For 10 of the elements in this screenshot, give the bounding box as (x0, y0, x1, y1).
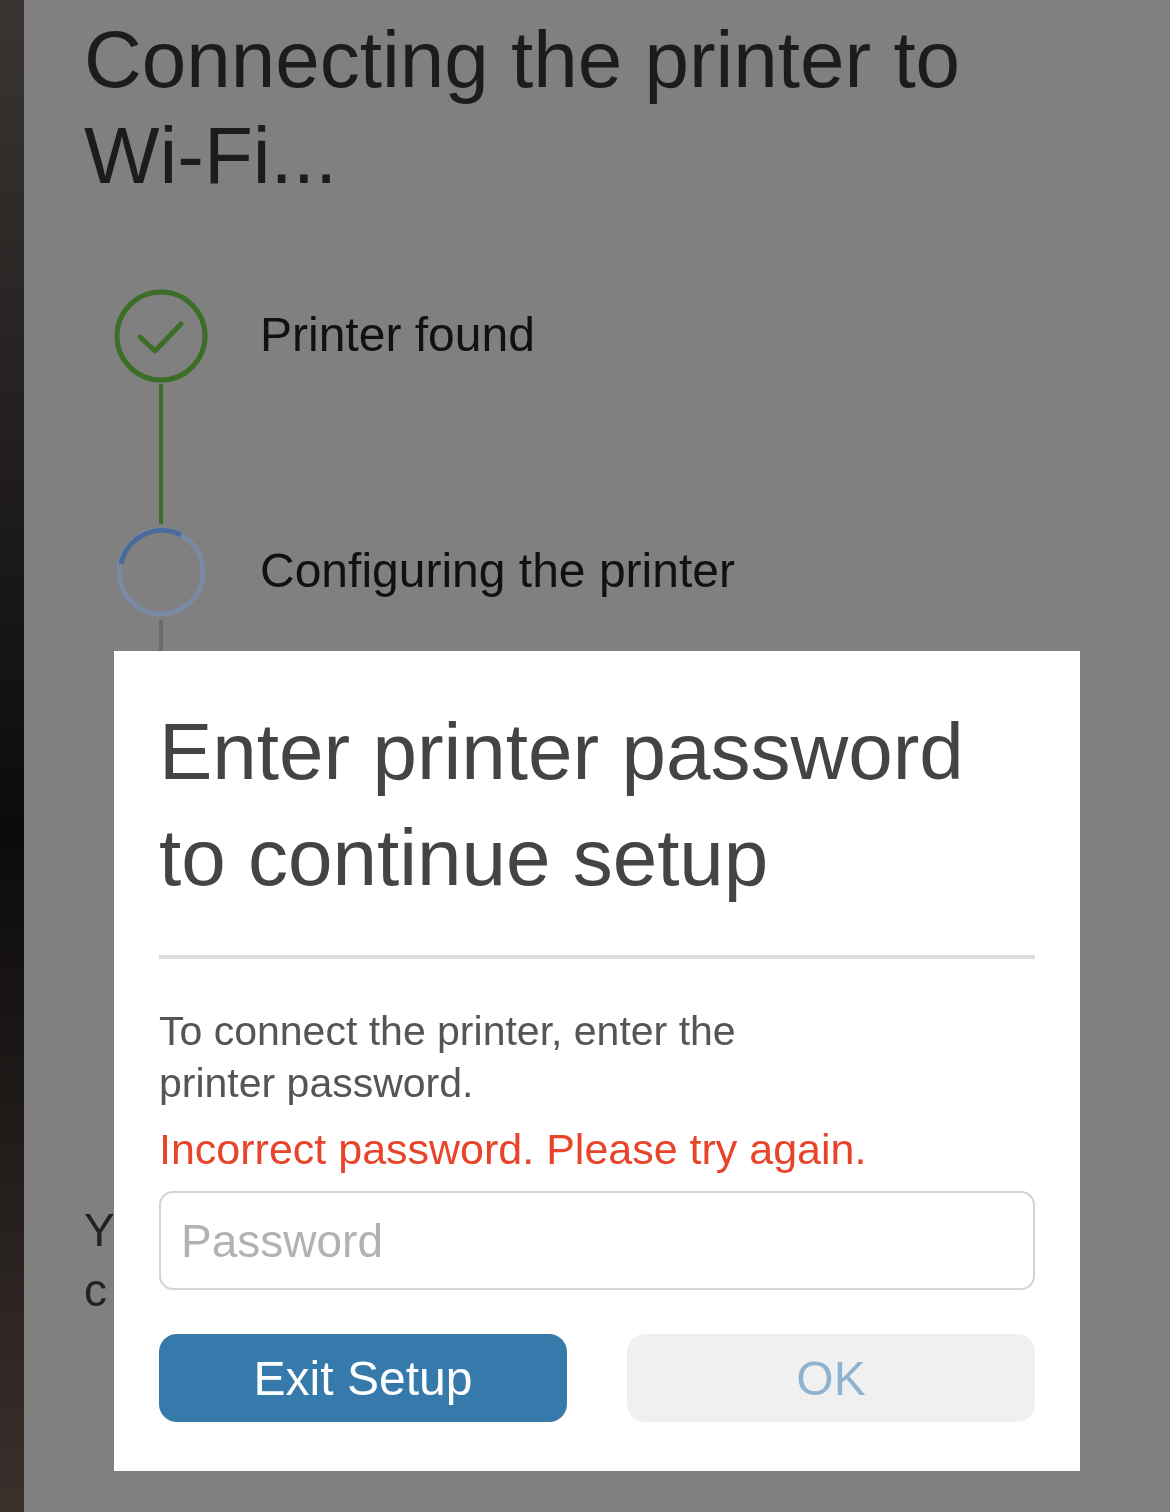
body-text: c (84, 1263, 107, 1318)
password-field[interactable]: Password (159, 1191, 1035, 1290)
page-title: Connecting the printer to Wi-Fi... (84, 14, 962, 202)
step-label: Configuring the printer (260, 543, 735, 599)
exit-setup-button[interactable]: Exit Setup (159, 1334, 567, 1422)
step-label: Printer found (260, 307, 535, 363)
dialog-message: To connect the printer, enter the printer password. (159, 1007, 737, 1108)
error-message: Incorrect password. Please try again. (159, 1124, 868, 1175)
body-text: Y (84, 1203, 115, 1258)
dialog-title: Enter printer password to continue setup (159, 706, 965, 904)
